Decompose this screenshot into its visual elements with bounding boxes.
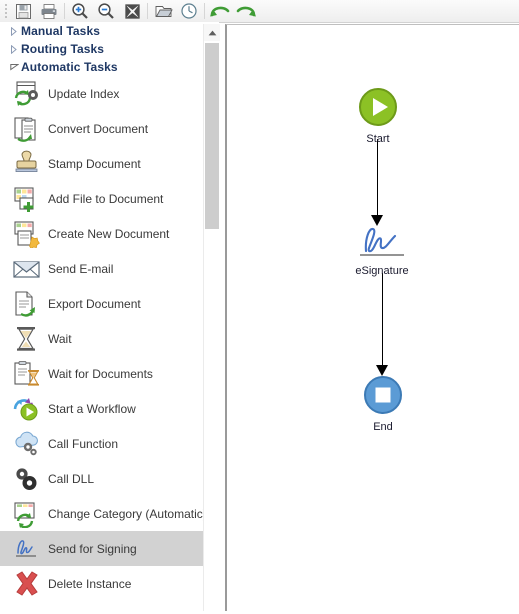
call-function-icon xyxy=(10,429,44,459)
toolbar-drag-grip[interactable] xyxy=(1,0,10,22)
update-index-icon xyxy=(10,79,44,109)
save-icon[interactable] xyxy=(10,1,36,21)
chevron-down-icon[interactable] xyxy=(7,63,21,71)
wait-for-documents-icon xyxy=(10,359,44,389)
task-item-label: Wait xyxy=(48,331,72,346)
task-item-label: Wait for Documents xyxy=(48,366,153,381)
task-item-send-email[interactable]: Send E-mail xyxy=(0,251,219,286)
task-item-label: Call Function xyxy=(48,436,119,451)
task-item-add-file-to-document[interactable]: Add File to Document xyxy=(0,181,219,216)
convert-document-icon xyxy=(10,114,44,144)
print-icon[interactable] xyxy=(36,1,62,21)
connector-esignature-to-end xyxy=(382,273,383,371)
scroll-up-arrow-icon[interactable] xyxy=(204,24,220,41)
task-item-label: Add File to Document xyxy=(48,191,164,206)
signature-icon xyxy=(360,227,404,256)
create-new-document-icon xyxy=(10,219,44,249)
start-workflow-icon xyxy=(10,394,44,424)
task-item-wait[interactable]: Wait xyxy=(0,321,219,356)
node-end-label: End xyxy=(373,421,393,433)
node-esignature-label: eSignature xyxy=(355,265,409,277)
undo-icon[interactable] xyxy=(207,1,233,21)
task-item-start-a-workflow[interactable]: Start a Workflow xyxy=(0,391,219,426)
task-item-delete-instance[interactable]: Delete Instance xyxy=(0,566,219,601)
task-item-label: Send for Signing xyxy=(48,541,137,556)
task-item-create-new-document[interactable]: Create New Document xyxy=(0,216,219,251)
send-email-icon xyxy=(10,254,44,284)
node-end[interactable]: End xyxy=(362,375,404,433)
tree-vertical-scrollbar[interactable] xyxy=(203,24,220,614)
fit-to-screen-icon[interactable] xyxy=(119,1,145,21)
zoom-in-icon[interactable] xyxy=(67,1,93,21)
chevron-right-icon[interactable] xyxy=(7,44,21,54)
task-item-label: Export Document xyxy=(48,296,141,311)
task-item-call-dll[interactable]: Call DLL xyxy=(0,461,219,496)
chevron-right-icon[interactable] xyxy=(7,26,21,36)
tree-group-label: Automatic Tasks xyxy=(21,60,118,74)
toolbar-separator xyxy=(147,3,148,19)
task-item-label: Create New Document xyxy=(48,226,170,241)
tree-group-automatic-tasks[interactable]: Automatic Tasks xyxy=(0,58,219,76)
task-item-label: Change Category (Automatic) xyxy=(48,506,207,521)
open-folder-icon[interactable] xyxy=(150,1,176,21)
connector-start-to-esignature xyxy=(377,139,378,219)
send-for-signing-icon xyxy=(10,534,44,564)
call-dll-icon xyxy=(10,464,44,494)
node-start[interactable]: Start xyxy=(352,87,404,145)
zoom-out-icon[interactable] xyxy=(93,1,119,21)
history-clock-icon[interactable] xyxy=(176,1,202,21)
node-esignature[interactable]: eSignature xyxy=(337,223,427,277)
node-start-label: Start xyxy=(366,133,390,145)
task-item-send-for-signing[interactable]: Send for Signing xyxy=(0,531,219,566)
tree-group-manual-tasks[interactable]: Manual Tasks xyxy=(0,22,219,40)
wait-hourglass-icon xyxy=(10,324,44,354)
change-category-icon xyxy=(10,499,44,529)
toolbar-separator xyxy=(204,3,205,19)
scrollbar-thumb[interactable] xyxy=(205,43,219,229)
task-item-label: Delete Instance xyxy=(48,576,132,591)
workflow-designer-window: Manual Tasks Routing Tasks Automatic Tas… xyxy=(0,0,519,614)
tree-group-routing-tasks[interactable]: Routing Tasks xyxy=(0,40,219,58)
task-item-convert-document[interactable]: Convert Document xyxy=(0,111,219,146)
export-document-icon xyxy=(10,289,44,319)
tree-group-label: Routing Tasks xyxy=(21,42,105,56)
task-item-label: Call DLL xyxy=(48,471,95,486)
task-item-change-category-automatic[interactable]: Change Category (Automatic) xyxy=(0,496,219,531)
task-tree-panel[interactable]: Manual Tasks Routing Tasks Automatic Tas… xyxy=(0,22,219,614)
task-item-label: Update Index xyxy=(48,86,120,101)
task-item-update-index[interactable]: Update Index xyxy=(0,76,219,111)
task-item-call-function[interactable]: Call Function xyxy=(0,426,219,461)
stamp-document-icon xyxy=(10,149,44,179)
workflow-canvas[interactable]: Start eSignature End xyxy=(225,24,519,614)
task-item-label: Convert Document xyxy=(48,121,149,136)
end-stop-icon xyxy=(364,376,402,414)
task-item-label: Start a Workflow xyxy=(48,401,136,416)
task-item-stamp-document[interactable]: Stamp Document xyxy=(0,146,219,181)
toolbar xyxy=(0,0,519,23)
task-item-label: Stamp Document xyxy=(48,156,141,171)
automatic-tasks-list: Update Index Convert Document Stamp Docu… xyxy=(0,76,219,601)
tree-group-label: Manual Tasks xyxy=(21,24,101,38)
toolbar-separator xyxy=(64,3,65,19)
add-file-to-document-icon xyxy=(10,184,44,214)
task-item-label: Send E-mail xyxy=(48,261,114,276)
task-item-export-document[interactable]: Export Document xyxy=(0,286,219,321)
redo-icon[interactable] xyxy=(233,1,259,21)
delete-instance-icon xyxy=(10,569,44,599)
start-play-icon xyxy=(359,88,397,126)
task-item-wait-for-documents[interactable]: Wait for Documents xyxy=(0,356,219,391)
